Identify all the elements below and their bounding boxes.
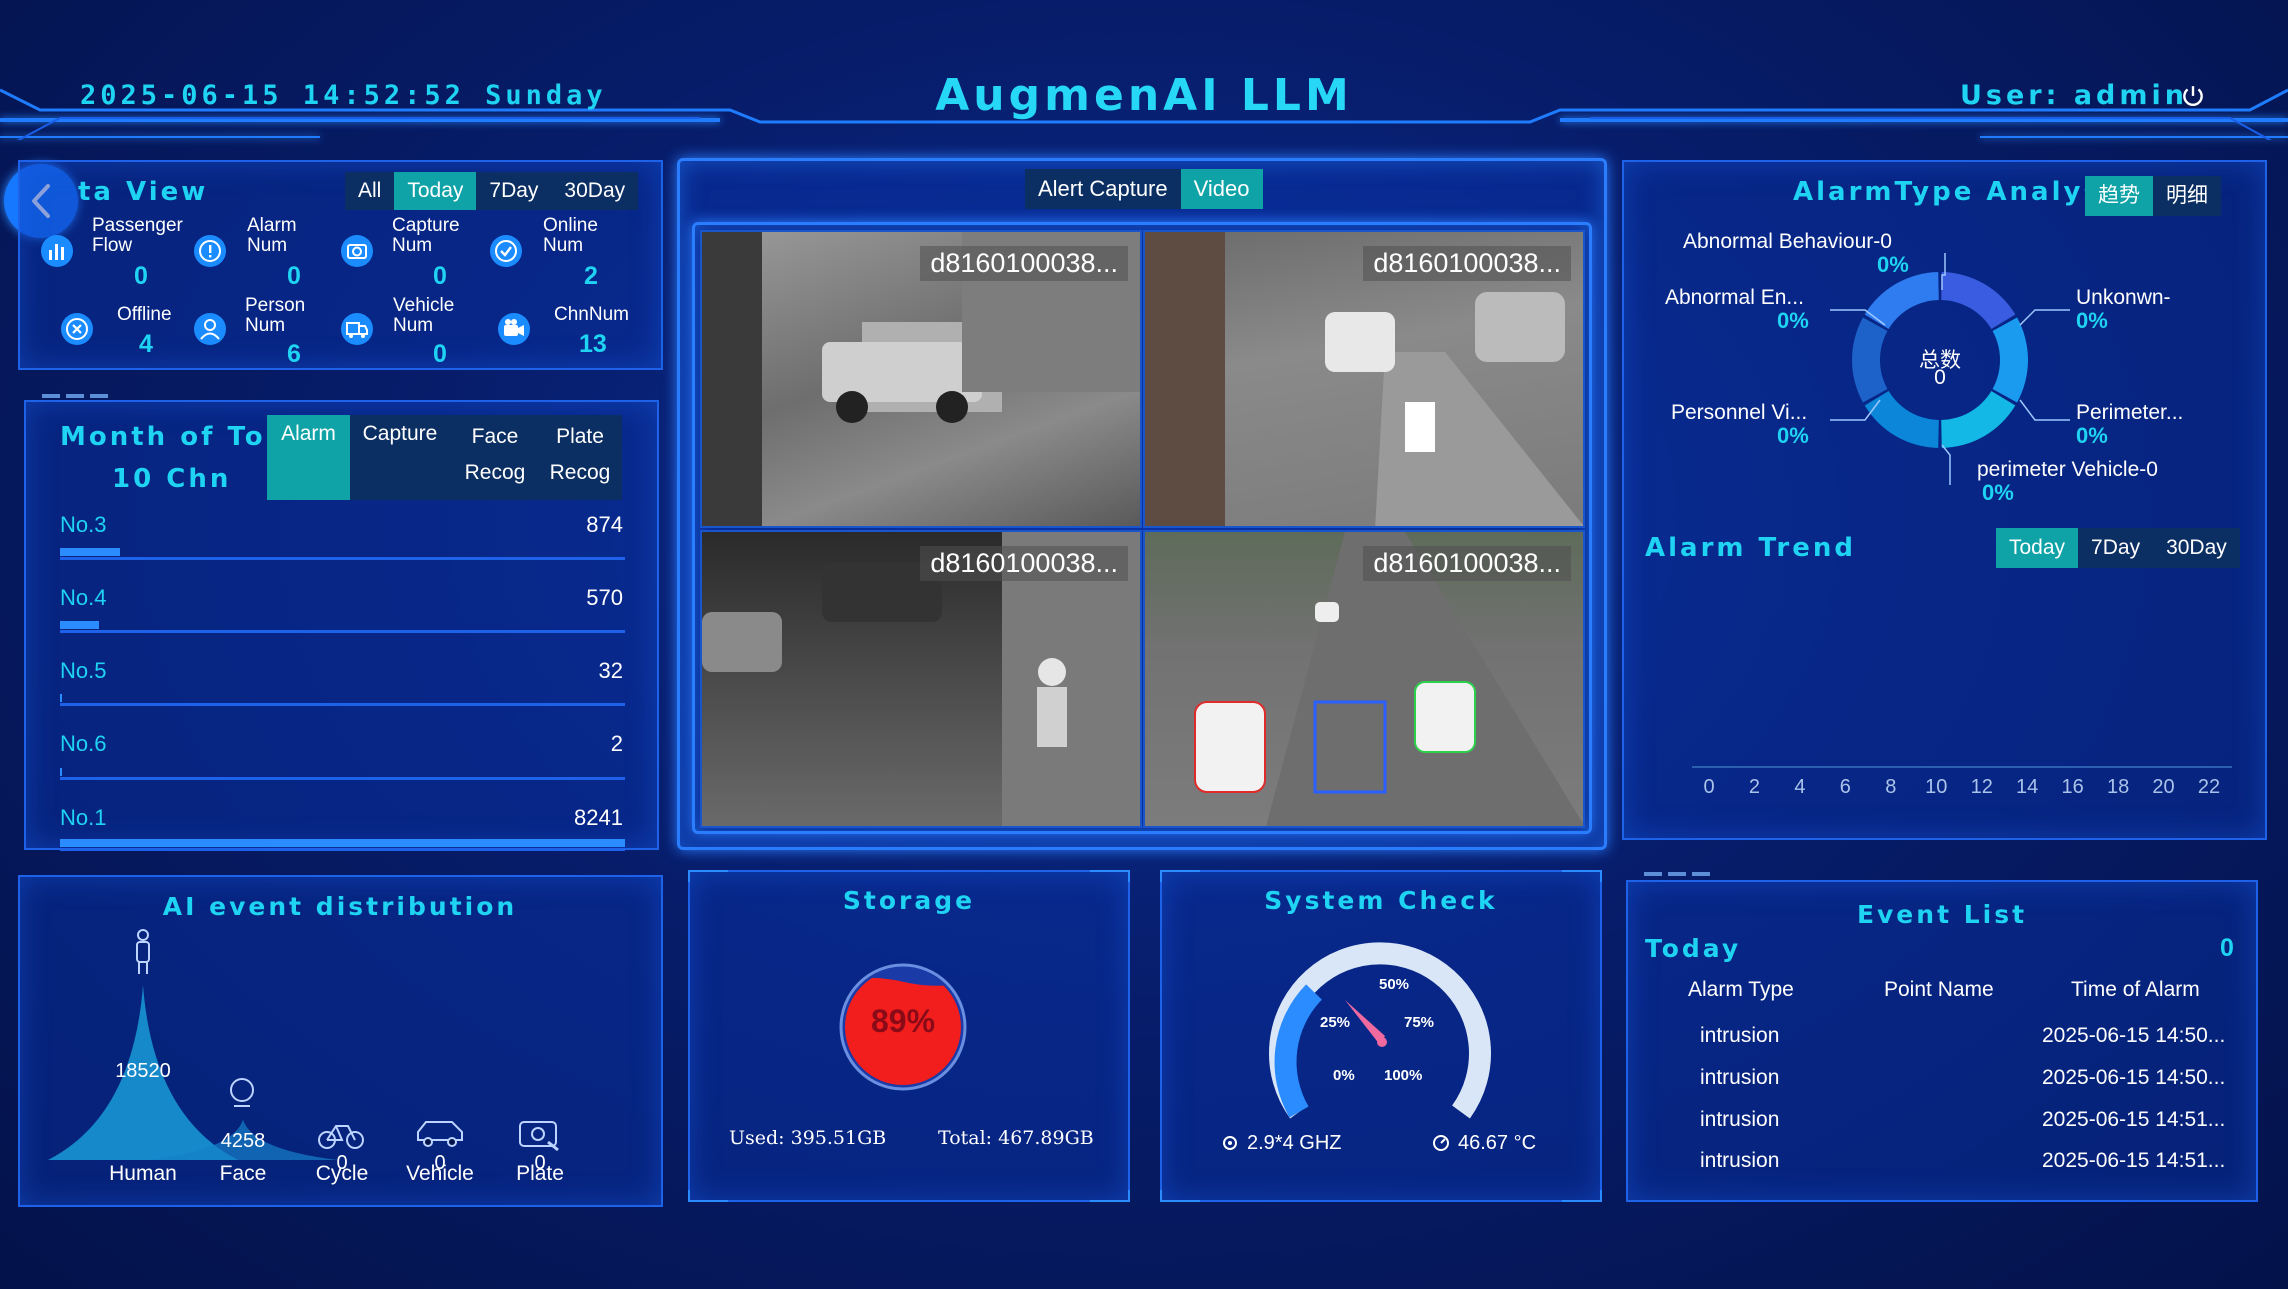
- alarm-type-title: AlarmType Analysis: [1793, 177, 2133, 207]
- rank-label: No.1: [60, 805, 107, 830]
- tab-alert-capture[interactable]: Alert Capture: [1025, 169, 1181, 209]
- rank-track: [60, 777, 625, 780]
- gauge-tick-75: 75%: [1404, 1014, 1435, 1031]
- cpu-icon: [1223, 1136, 1237, 1150]
- event-time: 2025-06-15 14:51...: [2042, 1149, 2226, 1172]
- person-icon: [136, 929, 150, 974]
- legend-abnormal-behaviour: Abnormal Behaviour-0: [1683, 230, 1892, 253]
- event-time: 2025-06-15 14:50...: [2042, 1024, 2226, 1047]
- rank-value: 32: [598, 658, 623, 683]
- storage-used: Used: 395.51GB: [729, 1127, 887, 1149]
- event-type: intrusion: [1700, 1024, 1780, 1047]
- alarm-type-tabs: 趋势 明细: [2085, 176, 2221, 216]
- camera-feed-4[interactable]: d8160100038...: [1143, 530, 1585, 828]
- storage-total: Total: 467.89GB: [938, 1127, 1094, 1149]
- system-check-title: System Check: [1264, 886, 1498, 915]
- rank-track: [60, 848, 625, 851]
- rank-value: 874: [586, 512, 623, 537]
- legend-perimeter-vehicle: perimeter Vehicle-0: [1977, 458, 2158, 481]
- legend-abnormal-en-pct: 0%: [1777, 308, 1809, 333]
- rank-value: 8241: [574, 805, 623, 830]
- ai-value-face: 4258: [220, 1130, 266, 1152]
- rank-bar: [60, 621, 100, 629]
- legend-perimeter-pct: 0%: [2076, 423, 2108, 448]
- tab-trend[interactable]: 趋势: [2085, 176, 2153, 216]
- rank-bar: [60, 548, 120, 556]
- gauge-tick-0: 0%: [1333, 1067, 1355, 1084]
- rank-label: No.6: [60, 731, 107, 756]
- legend-abnormal-behaviour-pct: 0%: [1877, 252, 1909, 277]
- camera-feed-3[interactable]: d8160100038...: [700, 530, 1142, 828]
- power-icon[interactable]: [2180, 84, 2206, 110]
- tab-detail[interactable]: 明细: [2153, 176, 2221, 216]
- cpu-frequency: 2.9*4 GHZ: [1247, 1132, 1342, 1154]
- alarm-trend-title: Alarm Trend: [1645, 533, 1857, 563]
- camera-feed-1[interactable]: d8160100038...: [700, 230, 1142, 528]
- rank-track: [60, 703, 625, 706]
- legend-unknown: Unkonwn-: [2076, 286, 2171, 309]
- rank-label: No.3: [60, 512, 107, 537]
- camera-label: d8160100038...: [920, 546, 1128, 581]
- rank-value: 570: [586, 585, 623, 610]
- event-type: intrusion: [1700, 1066, 1780, 1089]
- ai-cat-plate: Plate: [516, 1162, 564, 1185]
- rank-bar: [60, 839, 625, 847]
- bicycle-icon: [318, 1125, 364, 1149]
- ai-cat-human: Human: [109, 1162, 177, 1185]
- gauge-tick-25: 25%: [1320, 1014, 1351, 1031]
- alarm-trend-tabs: Today 7Day 30Day: [1996, 528, 2240, 568]
- tab-trend-30day[interactable]: 30Day: [2153, 528, 2240, 568]
- panel-corner-deco: [1644, 872, 1710, 876]
- rank-bar: [60, 768, 62, 776]
- col-time-of-alarm: Time of Alarm: [2071, 978, 2200, 1001]
- plate-camera-icon: [519, 1121, 559, 1152]
- thermometer-icon: [1433, 1135, 1449, 1151]
- trend-x-axis: [1692, 766, 2232, 768]
- camera-label: d8160100038...: [1363, 246, 1571, 281]
- ai-cat-vehicle: Vehicle: [406, 1162, 474, 1185]
- event-list-title: Event List: [1856, 900, 2028, 929]
- rank-label: No.4: [60, 585, 107, 610]
- header-user: User: admin: [1960, 80, 2188, 111]
- storage-percent: 89%: [870, 1003, 936, 1039]
- legend-personnel: Personnel Vi...: [1671, 401, 1808, 424]
- col-point-name: Point Name: [1884, 978, 1994, 1001]
- legend-personnel-pct: 0%: [1777, 423, 1809, 448]
- tab-trend-today[interactable]: Today: [1996, 528, 2079, 568]
- ai-cat-face: Face: [219, 1162, 267, 1185]
- event-time: 2025-06-15 14:50...: [2042, 1066, 2226, 1089]
- camera-label: d8160100038...: [1363, 546, 1571, 581]
- cpu-temperature: 46.67 °C: [1458, 1132, 1537, 1154]
- rank-track: [60, 630, 625, 633]
- legend-perimeter-vehicle-pct: 0%: [1982, 480, 2014, 505]
- camera-label: d8160100038...: [920, 246, 1128, 281]
- event-time: 2025-06-15 14:51...: [2042, 1108, 2226, 1131]
- rank-value: 2: [610, 731, 623, 756]
- video-tabs: Alert Capture Video: [1025, 169, 1263, 209]
- event-list-count: 0: [2220, 934, 2234, 962]
- car-icon: [417, 1121, 463, 1147]
- gauge-tick-100: 100%: [1384, 1067, 1423, 1084]
- ai-cat-cycle: Cycle: [315, 1162, 369, 1185]
- ai-value-human: 18520: [115, 1060, 171, 1082]
- legend-unknown-pct: 0%: [2076, 308, 2108, 333]
- cpu-gauge: [1269, 942, 1491, 1119]
- gauge-tick-50: 50%: [1379, 976, 1410, 993]
- tab-trend-7day[interactable]: 7Day: [2078, 528, 2154, 568]
- tab-video[interactable]: Video: [1180, 169, 1263, 209]
- legend-perimeter: Perimeter...: [2076, 401, 2184, 424]
- rank-label: No.5: [60, 658, 107, 683]
- legend-abnormal-en: Abnormal En...: [1665, 286, 1804, 309]
- rank-track: [60, 557, 625, 560]
- col-alarm-type: Alarm Type: [1688, 978, 1794, 1001]
- storage-title: Storage: [842, 886, 976, 915]
- rank-bar: [60, 694, 63, 702]
- event-type: intrusion: [1700, 1149, 1780, 1172]
- camera-feed-2[interactable]: d8160100038...: [1143, 230, 1585, 528]
- event-list-period: Today: [1645, 934, 1742, 963]
- event-type: intrusion: [1700, 1108, 1780, 1131]
